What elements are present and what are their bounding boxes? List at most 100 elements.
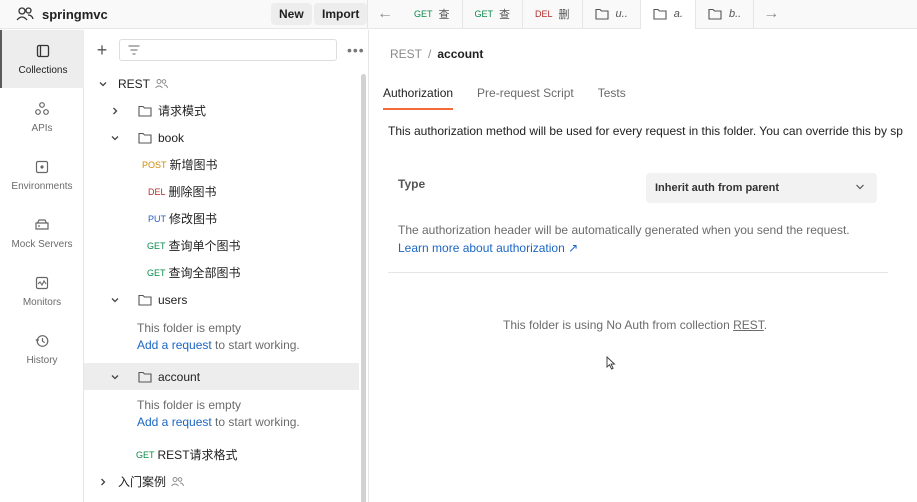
workspace-name[interactable]: springmvc — [42, 7, 108, 22]
history-icon — [35, 334, 49, 347]
folder-book[interactable]: book — [84, 124, 359, 151]
tab-folder-account[interactable]: a. — [640, 0, 696, 29]
chevron-right-icon[interactable] — [96, 475, 110, 489]
no-auth-note: This folder is using No Auth from collec… — [503, 318, 767, 332]
tab-request-del[interactable]: DEL 删 — [523, 0, 583, 29]
chevron-down-icon[interactable] — [108, 131, 122, 145]
folder-editor: REST / account Authorization Pre-request S… — [370, 30, 917, 502]
shared-users-icon — [171, 477, 184, 487]
tab-request-get-1[interactable]: GET 查 — [402, 0, 463, 29]
folder-account[interactable]: account — [84, 363, 359, 390]
divider — [388, 272, 888, 273]
folder-icon — [138, 294, 152, 306]
collection-name: REST — [118, 76, 151, 91]
auth-type-select[interactable]: Inherit auth from parent — [646, 173, 877, 203]
tab-back-arrow-icon[interactable]: ← — [368, 0, 402, 29]
request-name: 查询单个图书 — [168, 239, 241, 253]
monitors-icon — [35, 276, 49, 289]
environments-icon — [35, 160, 49, 173]
tab-authorization[interactable]: Authorization — [383, 86, 454, 110]
tab-request-get-2[interactable]: GET 查 — [463, 0, 524, 29]
breadcrumb-separator: / — [428, 47, 432, 61]
tab-pre-request-script[interactable]: Pre-request Script — [477, 86, 574, 110]
chevron-right-icon[interactable] — [108, 104, 122, 118]
rail-item-mock-servers[interactable]: Mock Servers — [0, 204, 84, 262]
add-request-link[interactable]: Add a request — [137, 415, 212, 429]
tab-label: u.. — [615, 8, 628, 20]
breadcrumb: REST / account — [390, 47, 483, 61]
method-badge: GET — [147, 240, 166, 251]
tab-label: b.. — [728, 8, 742, 20]
no-auth-text: This folder is using No Auth from collec… — [503, 318, 734, 332]
chevron-down-icon[interactable] — [108, 370, 122, 384]
sidebar-toolbar: + ••• — [84, 30, 368, 70]
request-item-rest-format[interactable]: GET REST请求格式 — [84, 441, 359, 468]
chevron-down-icon[interactable] — [108, 293, 122, 307]
no-auth-suffix: . — [763, 318, 768, 332]
account-empty-note: This folder is empty Add a request to st… — [137, 397, 300, 431]
method-badge: GET — [474, 9, 494, 19]
tab-label: a. — [673, 8, 683, 20]
breadcrumb-root[interactable]: REST — [390, 47, 422, 61]
request-name: 修改图书 — [169, 212, 218, 226]
collections-sidebar: + ••• REST 请求模式 book POST 新增图书 DEL 删除图书 … — [84, 30, 369, 502]
folder-icon — [708, 8, 722, 20]
auth-info-text: The authorization header will be automat… — [398, 223, 850, 237]
rail-label: Collections — [18, 64, 68, 76]
more-options-icon[interactable]: ••• — [347, 42, 365, 58]
folder-name: 请求模式 — [158, 104, 207, 118]
rail-label: APIs — [31, 122, 53, 134]
request-name: 删除图书 — [168, 185, 217, 199]
sidebar-scrollbar[interactable] — [361, 74, 366, 502]
tab-bar: ← GET 查 GET 查 DEL 删 u.. a. b.. → — [368, 0, 917, 29]
collection-intro[interactable]: 入门案例 — [84, 468, 359, 495]
request-item-put[interactable]: PUT 修改图书 — [84, 205, 359, 232]
add-icon[interactable]: + — [94, 40, 110, 61]
rail-label: Environments — [11, 180, 73, 192]
rail-item-collections[interactable]: Collections — [0, 30, 84, 88]
collection-rest[interactable]: REST — [84, 70, 359, 97]
folder-name: users — [158, 292, 188, 307]
request-item-get-all[interactable]: GET 查询全部图书 — [84, 259, 359, 286]
new-button[interactable]: New — [271, 2, 312, 25]
import-button[interactable]: Import — [314, 2, 368, 25]
tab-folder-users[interactable]: u.. — [583, 0, 641, 29]
tab-label: 删 — [558, 9, 570, 21]
chevron-down-icon[interactable] — [96, 77, 110, 91]
start-working-text: to start working. — [211, 338, 300, 352]
add-request-link[interactable]: Add a request — [137, 338, 212, 352]
type-label: Type — [398, 177, 426, 191]
empty-text: This folder is empty — [137, 398, 242, 412]
folder-request-mode[interactable]: 请求模式 — [84, 97, 359, 124]
method-badge: DEL — [535, 9, 553, 19]
shared-users-icon — [155, 79, 168, 89]
apis-icon — [35, 101, 49, 115]
rail-item-monitors[interactable]: Monitors — [0, 262, 84, 320]
left-rail: Collections APIs Environments Mock Serve… — [0, 30, 84, 502]
auth-info: The authorization header will be automat… — [398, 221, 850, 257]
tab-tests[interactable]: Tests — [598, 86, 626, 110]
tab-folder-book[interactable]: b.. — [696, 0, 755, 29]
method-badge: GET — [414, 9, 433, 19]
empty-text: This folder is empty — [137, 321, 242, 335]
folder-icon — [138, 105, 152, 117]
folder-name: account — [158, 369, 201, 384]
collections-icon — [36, 44, 50, 57]
authorization-description: This authorization method will be used f… — [388, 124, 903, 138]
tab-forward-arrow-icon[interactable]: → — [754, 0, 788, 29]
folder-users[interactable]: users — [84, 286, 359, 313]
workspace-header: springmvc New Import — [0, 0, 368, 29]
folder-icon — [138, 132, 152, 144]
learn-more-link[interactable]: Learn more about authorization ↗ — [398, 239, 850, 257]
rail-item-environments[interactable]: Environments — [0, 146, 84, 204]
filter-input[interactable] — [119, 39, 337, 61]
request-item-post[interactable]: POST 新增图书 — [84, 151, 359, 178]
collection-link[interactable]: REST — [733, 318, 764, 332]
rail-item-history[interactable]: History — [0, 320, 84, 378]
request-name: REST请求格式 — [157, 448, 238, 462]
folder-subtabs: Authorization Pre-request Script Tests — [383, 86, 650, 110]
request-item-get-single[interactable]: GET 查询单个图书 — [84, 232, 359, 259]
request-item-del[interactable]: DEL 删除图书 — [84, 178, 359, 205]
breadcrumb-current[interactable]: account — [437, 47, 483, 61]
rail-item-apis[interactable]: APIs — [0, 88, 84, 146]
